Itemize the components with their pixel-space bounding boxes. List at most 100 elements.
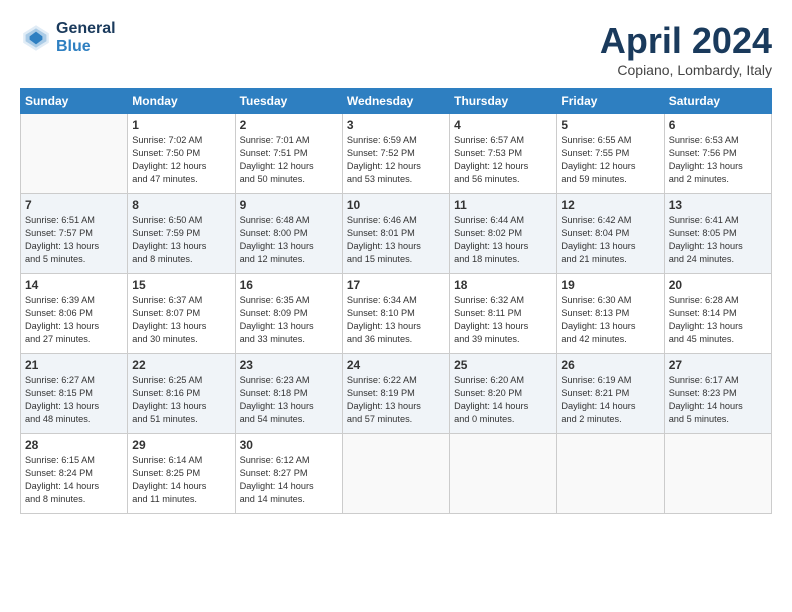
calendar-cell: 19 Sunrise: 6:30 AM Sunset: 8:13 PM Dayli… bbox=[557, 274, 664, 354]
calendar-cell: 3Sunrise: 6:59 AM Sunset: 7:52 PM Daylig… bbox=[342, 114, 449, 194]
day-info: Sunrise: 6:46 AM Sunset: 8:01 PM Dayligh… bbox=[347, 214, 445, 266]
calendar-cell: 23 Sunrise: 6:23 AM Sunset: 8:18 PM Dayli… bbox=[235, 354, 342, 434]
day-info: Sunrise: 6:22 AM Sunset: 8:19 PM Dayligh… bbox=[347, 374, 445, 426]
day-info: Sunrise: 6:30 AM Sunset: 8:13 PM Dayligh… bbox=[561, 294, 659, 346]
day-info: Sunrise: 6:14 AM Sunset: 8:25 PM Dayligh… bbox=[132, 454, 230, 506]
month-title: April 2024 bbox=[600, 20, 772, 62]
col-header-friday: Friday bbox=[557, 89, 664, 114]
calendar-cell: 27Sunrise: 6:17 AM Sunset: 8:23 PM Dayli… bbox=[664, 354, 771, 434]
calendar-cell: 13 Sunrise: 6:41 AM Sunset: 8:05 PM Dayli… bbox=[664, 194, 771, 274]
calendar-cell: 10 Sunrise: 6:46 AM Sunset: 8:01 PM Dayli… bbox=[342, 194, 449, 274]
col-header-saturday: Saturday bbox=[664, 89, 771, 114]
col-header-sunday: Sunday bbox=[21, 89, 128, 114]
calendar-table: SundayMondayTuesdayWednesdayThursdayFrid… bbox=[20, 88, 772, 514]
day-info: Sunrise: 6:55 AM Sunset: 7:55 PM Dayligh… bbox=[561, 134, 659, 186]
day-info: Sunrise: 6:23 AM Sunset: 8:18 PM Dayligh… bbox=[240, 374, 338, 426]
calendar-cell: 22 Sunrise: 6:25 AM Sunset: 8:16 PM Dayli… bbox=[128, 354, 235, 434]
day-info: Sunrise: 7:01 AM Sunset: 7:51 PM Dayligh… bbox=[240, 134, 338, 186]
day-number: 9 bbox=[240, 198, 338, 212]
day-info: Sunrise: 6:20 AM Sunset: 8:20 PM Dayligh… bbox=[454, 374, 552, 426]
day-info: Sunrise: 6:12 AM Sunset: 8:27 PM Dayligh… bbox=[240, 454, 338, 506]
day-number: 15 bbox=[132, 278, 230, 292]
day-info: Sunrise: 6:28 AM Sunset: 8:14 PM Dayligh… bbox=[669, 294, 767, 346]
calendar-cell: 11 Sunrise: 6:44 AM Sunset: 8:02 PM Dayli… bbox=[450, 194, 557, 274]
day-number: 25 bbox=[454, 358, 552, 372]
calendar-cell: 4Sunrise: 6:57 AM Sunset: 7:53 PM Daylig… bbox=[450, 114, 557, 194]
day-number: 26 bbox=[561, 358, 659, 372]
calendar-week-row: 28Sunrise: 6:15 AM Sunset: 8:24 PM Dayli… bbox=[21, 434, 772, 514]
day-info: Sunrise: 6:19 AM Sunset: 8:21 PM Dayligh… bbox=[561, 374, 659, 426]
calendar-cell bbox=[21, 114, 128, 194]
day-info: Sunrise: 6:25 AM Sunset: 8:16 PM Dayligh… bbox=[132, 374, 230, 426]
calendar-cell: 6 Sunrise: 6:53 AM Sunset: 7:56 PM Daylig… bbox=[664, 114, 771, 194]
page-header: General Blue April 2024 Copiano, Lombard… bbox=[20, 20, 772, 78]
calendar-cell: 2 Sunrise: 7:01 AM Sunset: 7:51 PM Daylig… bbox=[235, 114, 342, 194]
calendar-week-row: 1Sunrise: 7:02 AM Sunset: 7:50 PM Daylig… bbox=[21, 114, 772, 194]
logo-text: General Blue bbox=[56, 20, 116, 56]
day-info: Sunrise: 6:50 AM Sunset: 7:59 PM Dayligh… bbox=[132, 214, 230, 266]
day-number: 2 bbox=[240, 118, 338, 132]
day-info: Sunrise: 6:53 AM Sunset: 7:56 PM Dayligh… bbox=[669, 134, 767, 186]
day-number: 30 bbox=[240, 438, 338, 452]
calendar-cell: 28Sunrise: 6:15 AM Sunset: 8:24 PM Dayli… bbox=[21, 434, 128, 514]
day-number: 12 bbox=[561, 198, 659, 212]
day-number: 14 bbox=[25, 278, 123, 292]
calendar-cell: 15 Sunrise: 6:37 AM Sunset: 8:07 PM Dayli… bbox=[128, 274, 235, 354]
calendar-header-row: SundayMondayTuesdayWednesdayThursdayFrid… bbox=[21, 89, 772, 114]
day-number: 29 bbox=[132, 438, 230, 452]
day-info: Sunrise: 7:02 AM Sunset: 7:50 PM Dayligh… bbox=[132, 134, 230, 186]
col-header-thursday: Thursday bbox=[450, 89, 557, 114]
calendar-cell: 9 Sunrise: 6:48 AM Sunset: 8:00 PM Daylig… bbox=[235, 194, 342, 274]
day-info: Sunrise: 6:41 AM Sunset: 8:05 PM Dayligh… bbox=[669, 214, 767, 266]
calendar-cell: 24Sunrise: 6:22 AM Sunset: 8:19 PM Dayli… bbox=[342, 354, 449, 434]
calendar-cell: 5 Sunrise: 6:55 AM Sunset: 7:55 PM Daylig… bbox=[557, 114, 664, 194]
day-number: 18 bbox=[454, 278, 552, 292]
calendar-cell: 29 Sunrise: 6:14 AM Sunset: 8:25 PM Dayli… bbox=[128, 434, 235, 514]
day-info: Sunrise: 6:48 AM Sunset: 8:00 PM Dayligh… bbox=[240, 214, 338, 266]
day-info: Sunrise: 6:32 AM Sunset: 8:11 PM Dayligh… bbox=[454, 294, 552, 346]
day-info: Sunrise: 6:15 AM Sunset: 8:24 PM Dayligh… bbox=[25, 454, 123, 506]
calendar-cell: 25 Sunrise: 6:20 AM Sunset: 8:20 PM Dayli… bbox=[450, 354, 557, 434]
calendar-cell: 7Sunrise: 6:51 AM Sunset: 7:57 PM Daylig… bbox=[21, 194, 128, 274]
day-number: 6 bbox=[669, 118, 767, 132]
calendar-cell: 18 Sunrise: 6:32 AM Sunset: 8:11 PM Dayli… bbox=[450, 274, 557, 354]
day-number: 8 bbox=[132, 198, 230, 212]
calendar-cell bbox=[664, 434, 771, 514]
calendar-cell bbox=[450, 434, 557, 514]
day-number: 22 bbox=[132, 358, 230, 372]
logo-icon bbox=[20, 22, 52, 54]
day-info: Sunrise: 6:51 AM Sunset: 7:57 PM Dayligh… bbox=[25, 214, 123, 266]
day-number: 27 bbox=[669, 358, 767, 372]
day-number: 13 bbox=[669, 198, 767, 212]
calendar-cell: 30 Sunrise: 6:12 AM Sunset: 8:27 PM Dayli… bbox=[235, 434, 342, 514]
calendar-week-row: 14Sunrise: 6:39 AM Sunset: 8:06 PM Dayli… bbox=[21, 274, 772, 354]
day-number: 11 bbox=[454, 198, 552, 212]
day-number: 3 bbox=[347, 118, 445, 132]
day-info: Sunrise: 6:37 AM Sunset: 8:07 PM Dayligh… bbox=[132, 294, 230, 346]
calendar-cell: 14Sunrise: 6:39 AM Sunset: 8:06 PM Dayli… bbox=[21, 274, 128, 354]
day-number: 23 bbox=[240, 358, 338, 372]
calendar-cell: 8 Sunrise: 6:50 AM Sunset: 7:59 PM Daylig… bbox=[128, 194, 235, 274]
col-header-monday: Monday bbox=[128, 89, 235, 114]
logo: General Blue bbox=[20, 20, 116, 56]
day-info: Sunrise: 6:44 AM Sunset: 8:02 PM Dayligh… bbox=[454, 214, 552, 266]
day-number: 5 bbox=[561, 118, 659, 132]
col-header-wednesday: Wednesday bbox=[342, 89, 449, 114]
calendar-week-row: 21 Sunrise: 6:27 AM Sunset: 8:15 PM Dayli… bbox=[21, 354, 772, 434]
calendar-cell: 16Sunrise: 6:35 AM Sunset: 8:09 PM Dayli… bbox=[235, 274, 342, 354]
day-number: 10 bbox=[347, 198, 445, 212]
calendar-cell: 21 Sunrise: 6:27 AM Sunset: 8:15 PM Dayli… bbox=[21, 354, 128, 434]
day-info: Sunrise: 6:57 AM Sunset: 7:53 PM Dayligh… bbox=[454, 134, 552, 186]
day-info: Sunrise: 6:34 AM Sunset: 8:10 PM Dayligh… bbox=[347, 294, 445, 346]
calendar-cell: 17 Sunrise: 6:34 AM Sunset: 8:10 PM Dayli… bbox=[342, 274, 449, 354]
day-number: 17 bbox=[347, 278, 445, 292]
day-info: Sunrise: 6:27 AM Sunset: 8:15 PM Dayligh… bbox=[25, 374, 123, 426]
calendar-cell: 26 Sunrise: 6:19 AM Sunset: 8:21 PM Dayli… bbox=[557, 354, 664, 434]
day-number: 19 bbox=[561, 278, 659, 292]
calendar-week-row: 7Sunrise: 6:51 AM Sunset: 7:57 PM Daylig… bbox=[21, 194, 772, 274]
day-number: 21 bbox=[25, 358, 123, 372]
col-header-tuesday: Tuesday bbox=[235, 89, 342, 114]
calendar-cell: 1Sunrise: 7:02 AM Sunset: 7:50 PM Daylig… bbox=[128, 114, 235, 194]
calendar-cell: 12Sunrise: 6:42 AM Sunset: 8:04 PM Dayli… bbox=[557, 194, 664, 274]
calendar-cell bbox=[557, 434, 664, 514]
